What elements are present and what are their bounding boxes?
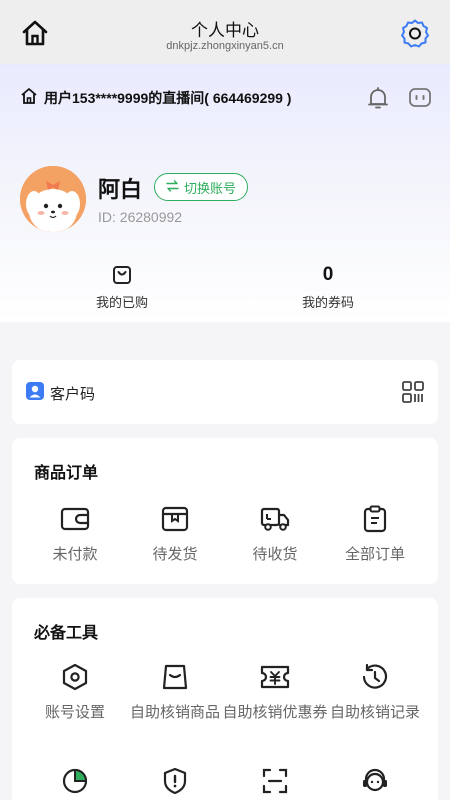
- pie-chart-icon: [22, 766, 128, 796]
- my-coupons-label: 我的券码: [301, 295, 354, 310]
- my-purchases[interactable]: 我的已购: [52, 264, 192, 311]
- tool-account-settings[interactable]: 账号设置: [22, 662, 128, 723]
- order-to-receive[interactable]: 待收货: [222, 504, 328, 565]
- tool-scan[interactable]: [222, 766, 328, 796]
- clipboard-icon: [322, 504, 428, 534]
- home-outline-icon: [20, 87, 38, 110]
- orders-title: 商品订单: [34, 465, 99, 482]
- switch-account-label: 切换账号: [184, 180, 237, 196]
- order-to-ship-label: 待发货: [152, 546, 198, 563]
- order-all[interactable]: 全部订单: [322, 504, 428, 565]
- tool-statistics[interactable]: [22, 766, 128, 796]
- swap-icon: [166, 179, 179, 195]
- my-purchases-label: 我的已购: [95, 295, 148, 310]
- page-url: dnkpjz.zhongxinyan5.cn: [166, 40, 284, 52]
- tool-self-verify-goods-label: 自助核销商品: [129, 704, 220, 721]
- history-icon: [322, 662, 428, 692]
- tool-verify-records-label: 自助核销记录: [329, 704, 420, 721]
- tool-customer-service[interactable]: [322, 766, 428, 796]
- live-room-title: 用户153****9999的直播间( 664469299 ): [44, 90, 292, 106]
- tool-self-verify-coupon-label: 自助核销优惠券: [222, 704, 328, 721]
- tool-account-settings-label: 账号设置: [44, 704, 105, 721]
- service-icon: [322, 766, 428, 796]
- gear-icon[interactable]: [400, 18, 430, 48]
- tools-title: 必备工具: [34, 625, 99, 642]
- message-icon[interactable]: [408, 86, 432, 110]
- shopping-bag-icon: [52, 264, 192, 286]
- shield-alert-icon: [122, 766, 228, 796]
- order-unpaid-label: 未付款: [52, 546, 98, 563]
- order-to-ship[interactable]: 待发货: [122, 504, 228, 565]
- order-to-receive-label: 待收货: [252, 546, 298, 563]
- coupon-icon: [222, 662, 328, 692]
- package-icon: [122, 504, 228, 534]
- bag-icon: [122, 662, 228, 692]
- profile-header: 用户153****9999的直播间( 664469299 ) 阿白 切换账号 I…: [0, 64, 450, 322]
- coupon-count: 0: [322, 264, 334, 285]
- customer-code-card[interactable]: 客户码: [12, 360, 438, 424]
- hexagon-settings-icon: [22, 662, 128, 692]
- customer-code-label: 客户码: [50, 386, 96, 403]
- switch-account-button[interactable]: 切换账号: [154, 173, 249, 201]
- tool-security[interactable]: [122, 766, 228, 796]
- qr-code-icon[interactable]: [402, 381, 424, 408]
- orders-card: 商品订单 未付款 待发货 待收货 全部订单: [12, 438, 438, 584]
- user-name: 阿白: [98, 177, 143, 202]
- tool-verify-records[interactable]: 自助核销记录: [322, 662, 428, 723]
- avatar[interactable]: [20, 166, 86, 232]
- tools-card: 必备工具 账号设置 自助核销商品 自助核销优惠券 自助核销记录: [12, 598, 438, 800]
- customer-badge-icon: [26, 382, 44, 405]
- order-unpaid[interactable]: 未付款: [22, 504, 128, 565]
- tool-self-verify-coupon[interactable]: 自助核销优惠券: [222, 662, 328, 723]
- page-title: 个人中心: [191, 21, 259, 40]
- scan-icon: [222, 766, 328, 796]
- live-room-bar[interactable]: 用户153****9999的直播间( 664469299 ): [20, 86, 434, 110]
- wallet-icon: [22, 504, 128, 534]
- tool-self-verify-goods[interactable]: 自助核销商品: [122, 662, 228, 723]
- truck-icon: [222, 504, 328, 534]
- bell-icon[interactable]: [366, 86, 390, 110]
- app-bar: 个人中心 dnkpjz.zhongxinyan5.cn: [0, 0, 450, 64]
- user-id: ID: 26280992: [98, 209, 183, 225]
- my-coupons[interactable]: 0 我的券码: [258, 264, 398, 311]
- order-all-label: 全部订单: [344, 546, 405, 563]
